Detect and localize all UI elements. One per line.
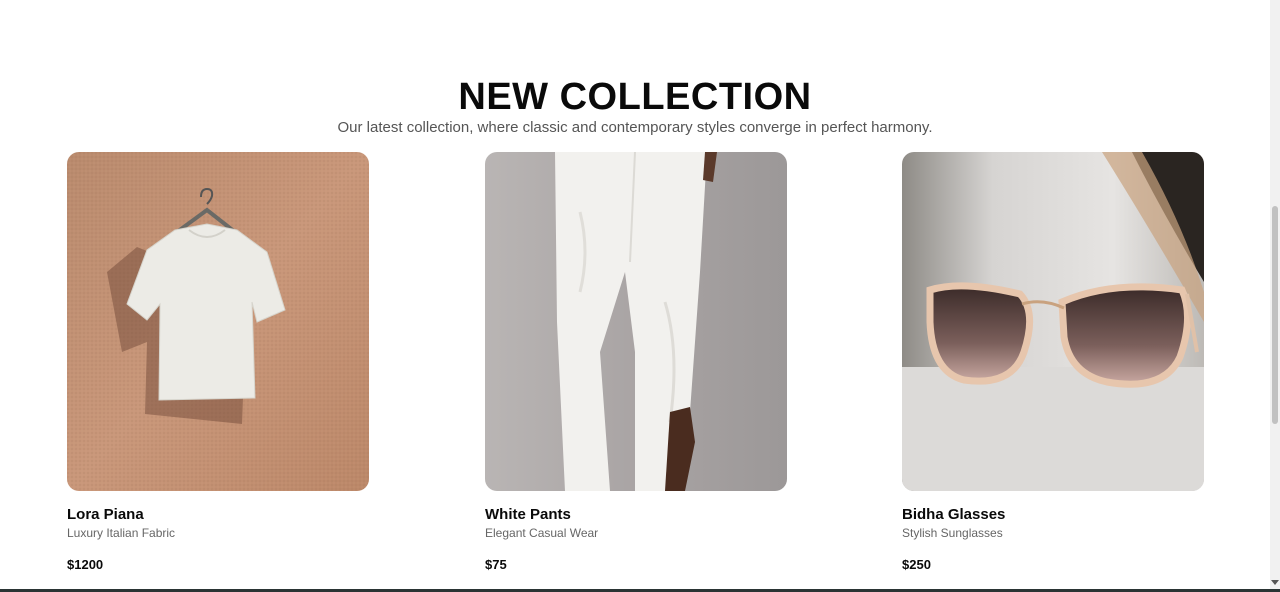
vertical-scrollbar[interactable] [1270, 0, 1280, 589]
section-subtitle: Our latest collection, where classic and… [337, 119, 933, 136]
product-image-tshirt[interactable] [67, 152, 369, 491]
scroll-down-arrow-icon[interactable] [1271, 580, 1279, 585]
product-name[interactable]: Bidha Glasses [902, 506, 1204, 523]
product-price: $1200 [67, 557, 104, 572]
product-name[interactable]: White Pants [485, 506, 787, 523]
product-price: $250 [902, 557, 931, 572]
product-description: Luxury Italian Fabric [67, 526, 176, 540]
scrollbar-thumb[interactable] [1272, 206, 1278, 424]
product-description: Stylish Sunglasses [902, 526, 1003, 540]
product-image-sunglasses[interactable] [902, 152, 1204, 491]
product-description: Elegant Casual Wear [485, 526, 599, 540]
product-name[interactable]: Lora Piana [67, 506, 369, 523]
product-image-pants[interactable] [485, 152, 787, 491]
product-card-bidha-glasses[interactable]: Bidha Glasses Stylish Sunglasses $250 [902, 152, 1204, 572]
product-card-white-pants[interactable]: White Pants Elegant Casual Wear $75 [485, 152, 787, 572]
section-title: NEW COLLECTION [458, 76, 812, 118]
product-price: $75 [485, 557, 507, 572]
product-card-lora-piana[interactable]: Lora Piana Luxury Italian Fabric $1200 [67, 152, 369, 572]
new-collection-section: NEW COLLECTION Our latest collection, wh… [0, 0, 1270, 589]
